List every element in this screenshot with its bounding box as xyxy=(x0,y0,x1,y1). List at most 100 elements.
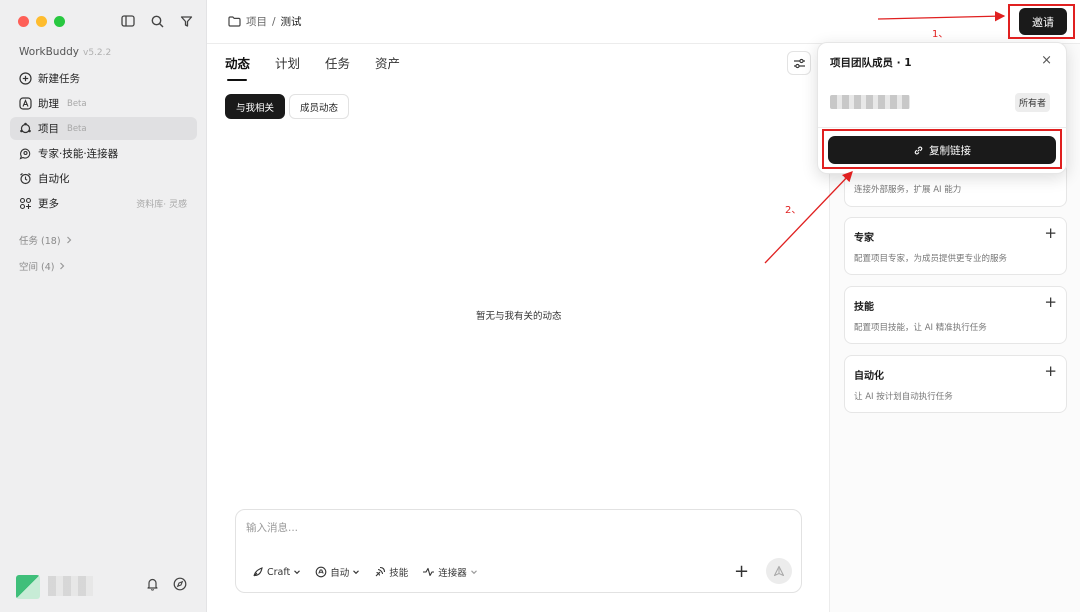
grid-icon xyxy=(18,197,32,211)
automation-card[interactable]: 自动化 + 让 AI 按计划自动执行任务 xyxy=(844,355,1067,413)
card-desc: 连接外部服务，扩展 AI 能力 xyxy=(854,185,962,195)
card-desc: 配置项目技能，让 AI 精准执行任务 xyxy=(854,323,987,333)
sidebar-toggle-icon[interactable] xyxy=(120,13,136,29)
assistant-icon xyxy=(18,97,32,111)
skills-button[interactable]: 技能 xyxy=(374,565,408,579)
card-title: 专家 xyxy=(854,233,874,244)
group-spaces[interactable]: 空间 (4) xyxy=(19,259,66,273)
add-skill-icon[interactable]: + xyxy=(1044,293,1057,311)
compass-icon[interactable] xyxy=(173,577,187,591)
owner-badge: 所有者 xyxy=(1015,93,1051,112)
chevron-down-icon xyxy=(470,568,478,576)
sidebar: WorkBuddy v5.2.2 新建任务 助理 Beta 项目 Beta 专家·… xyxy=(0,0,207,612)
card-desc: 配置项目专家，为成员提供更专业的服务 xyxy=(854,254,1008,264)
breadcrumb: 项目 / 测试 xyxy=(228,14,302,29)
settings-sliders-icon[interactable] xyxy=(787,51,811,75)
skill-card[interactable]: 技能 + 配置项目技能，让 AI 精准执行任务 xyxy=(844,286,1067,344)
sidebar-item-more[interactable]: 更多 资料库· 灵感 xyxy=(10,192,197,215)
tab-bar: 动态 计划 任务 资产 xyxy=(225,53,400,81)
avatar[interactable] xyxy=(16,575,40,599)
tab-tasks[interactable]: 任务 xyxy=(325,53,350,78)
card-title: 技能 xyxy=(854,302,874,313)
app-name: WorkBuddy xyxy=(19,46,79,58)
chevron-right-icon xyxy=(65,236,73,244)
tab-plan[interactable]: 计划 xyxy=(275,53,300,78)
folder-icon xyxy=(228,16,241,27)
message-input[interactable]: 输入消息... xyxy=(246,520,298,535)
group-label: 任务 (18) xyxy=(19,236,61,247)
sidebar-item-project[interactable]: 项目 Beta xyxy=(10,117,197,140)
chevron-right-icon xyxy=(58,262,66,270)
chevron-down-icon xyxy=(352,568,360,576)
sidebar-item-label: 项目 xyxy=(38,123,59,135)
sidebar-item-new-task[interactable]: 新建任务 xyxy=(10,67,197,90)
filter-funnel-icon[interactable] xyxy=(178,13,194,29)
message-composer: 输入消息... Craft 自动 技能 连接器 + xyxy=(235,509,802,593)
breadcrumb-parent[interactable]: 项目 xyxy=(246,14,267,29)
sidebar-item-experts[interactable]: 专家·技能·连接器 xyxy=(10,142,197,165)
tool-label: 连接器 xyxy=(438,568,467,579)
app-version: v5.2.2 xyxy=(83,48,112,58)
annotation-step-2: 2、 xyxy=(785,205,802,216)
project-icon xyxy=(18,122,32,136)
group-tasks[interactable]: 任务 (18) xyxy=(19,233,73,247)
sidebar-item-assistant[interactable]: 助理 Beta xyxy=(10,92,197,115)
group-label: 空间 (4) xyxy=(19,262,55,273)
beta-badge: Beta xyxy=(67,123,87,134)
craft-mode-dropdown[interactable]: Craft xyxy=(252,566,301,578)
search-icon[interactable] xyxy=(149,13,165,29)
sidebar-item-label: 专家·技能·连接器 xyxy=(38,148,119,160)
tool-label: Craft xyxy=(267,566,291,578)
app-brand: WorkBuddy v5.2.2 xyxy=(19,46,111,58)
expert-card[interactable]: 专家 + 配置项目专家，为成员提供更专业的服务 xyxy=(844,217,1067,275)
close-window-button[interactable] xyxy=(18,16,29,27)
more-subtitle: 资料库· 灵感 xyxy=(136,200,187,210)
maximize-window-button[interactable] xyxy=(54,16,65,27)
tool-label: 自动 xyxy=(330,568,350,579)
username-blurred xyxy=(48,576,93,596)
beta-badge: Beta xyxy=(67,98,87,109)
add-expert-icon[interactable]: + xyxy=(1044,224,1057,242)
card-desc: 让 AI 按计划自动执行任务 xyxy=(854,392,953,402)
topbar: 项目 / 测试 邀请 xyxy=(207,0,1080,44)
plus-circle-icon xyxy=(18,72,32,86)
add-automation-icon[interactable]: + xyxy=(1044,362,1057,380)
connector-icon xyxy=(422,566,435,578)
member-name-blurred xyxy=(830,95,910,109)
bell-icon[interactable] xyxy=(146,577,159,591)
popover-title: 项目团队成员 · 1 xyxy=(830,57,912,69)
craft-icon xyxy=(252,566,264,578)
sidebar-item-label: 新建任务 xyxy=(38,73,80,85)
tool-label: 技能 xyxy=(389,568,409,579)
chevron-down-icon xyxy=(293,568,301,576)
expert-icon xyxy=(18,147,32,161)
annotation-step-1: 1、 xyxy=(932,29,949,40)
divider xyxy=(818,127,1066,128)
sidebar-nav: 新建任务 助理 Beta 项目 Beta 专家·技能·连接器 自动化 更多 资料… xyxy=(10,67,197,217)
send-button[interactable] xyxy=(766,558,792,584)
sidebar-item-label: 更多 xyxy=(38,198,59,210)
skill-icon xyxy=(374,566,386,578)
tab-activity[interactable]: 动态 xyxy=(225,53,250,81)
filter-member-activity[interactable]: 成员动态 xyxy=(289,94,350,119)
close-icon[interactable]: × xyxy=(1041,53,1052,68)
breadcrumb-current: 测试 xyxy=(280,16,302,28)
card-title: 自动化 xyxy=(854,371,884,382)
sidebar-item-label: 自动化 xyxy=(38,173,70,185)
attach-plus-icon[interactable]: + xyxy=(734,561,749,582)
auto-mode-dropdown[interactable]: 自动 xyxy=(315,565,360,579)
annotation-box-copy-link xyxy=(822,129,1062,169)
auto-icon xyxy=(315,566,327,578)
send-arrow-icon xyxy=(773,565,785,577)
alarm-icon xyxy=(18,172,32,186)
annotation-box-invite xyxy=(1008,4,1075,39)
minimize-window-button[interactable] xyxy=(36,16,47,27)
breadcrumb-separator: / xyxy=(272,15,276,28)
filter-related-to-me[interactable]: 与我相关 xyxy=(225,94,286,119)
activity-filters: 与我相关 成员动态 xyxy=(225,94,350,119)
empty-state-text: 暂无与我有关的动态 xyxy=(476,311,562,322)
sidebar-item-automation[interactable]: 自动化 xyxy=(10,167,197,190)
connector-dropdown[interactable]: 连接器 xyxy=(422,565,478,579)
tab-assets[interactable]: 资产 xyxy=(375,53,400,78)
sidebar-item-label: 助理 xyxy=(38,98,59,110)
